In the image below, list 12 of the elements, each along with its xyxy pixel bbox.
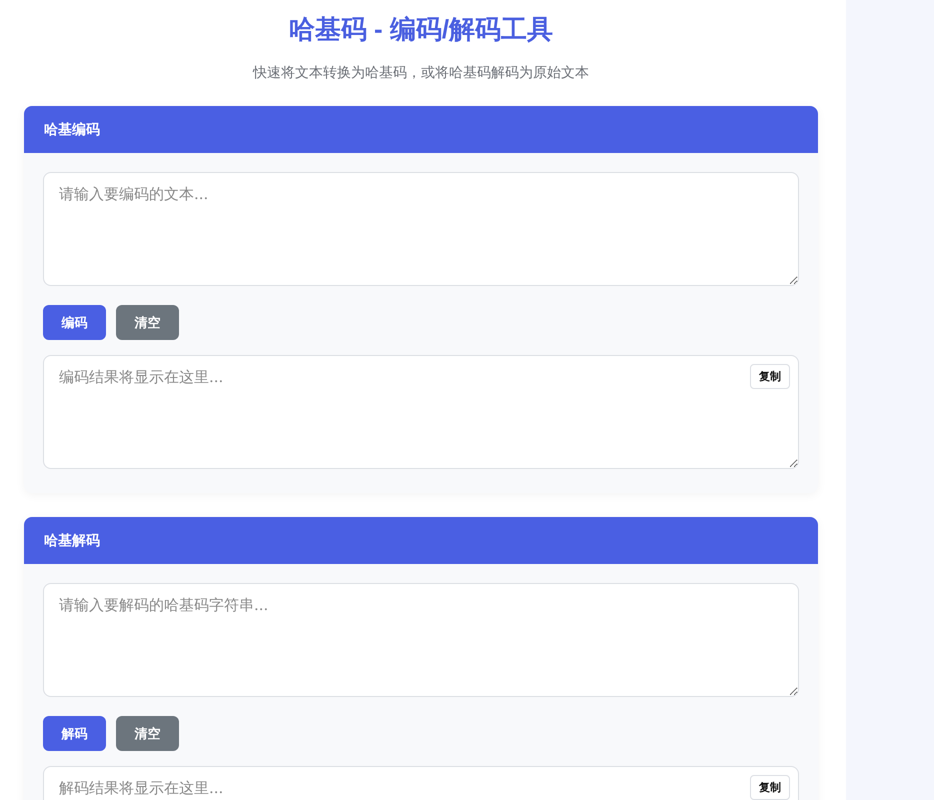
panel-heading: 哈基解码	[24, 517, 818, 564]
input-field[interactable]: 请输入要编码的文本...	[43, 172, 799, 286]
action-button[interactable]: 解码	[43, 716, 106, 751]
copy-button[interactable]: 复制	[750, 364, 790, 389]
clear-button[interactable]: 清空	[116, 305, 179, 340]
copy-button[interactable]: 复制	[750, 775, 790, 800]
action-button[interactable]: 编码	[43, 305, 106, 340]
panel-heading: 哈基编码	[24, 106, 818, 153]
page-subtitle: 快速将文本转换为哈基码，或将哈基码解码为原始文本	[252, 63, 590, 82]
page-title: 哈基码 - 编码/解码工具	[288, 13, 554, 46]
input-field[interactable]: 请输入要解码的哈基码字符串...	[43, 583, 799, 697]
clear-button[interactable]: 清空	[116, 716, 179, 751]
